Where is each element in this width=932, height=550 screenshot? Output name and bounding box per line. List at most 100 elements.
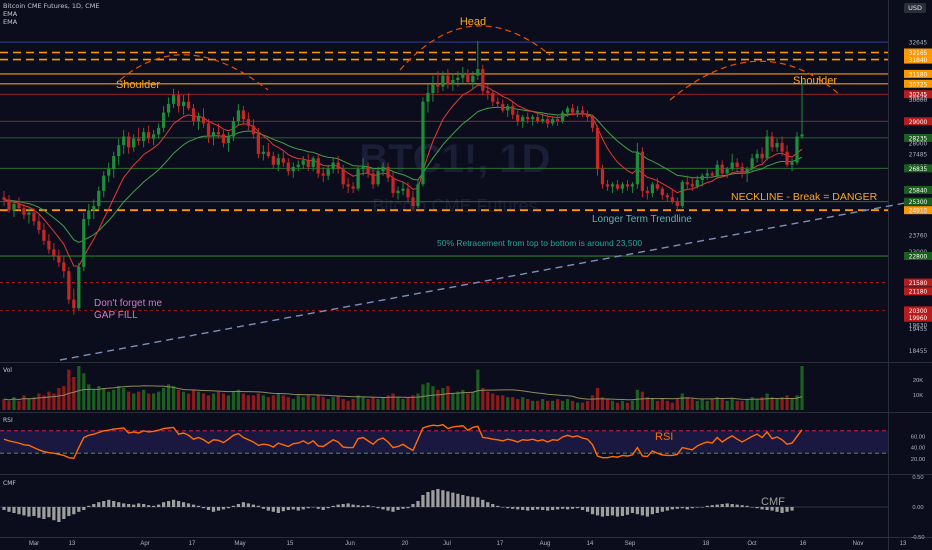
volume-bar — [291, 399, 295, 410]
cmf-bar — [411, 504, 415, 507]
candle-body — [700, 175, 704, 180]
volume-bar — [256, 393, 260, 410]
candle-body — [181, 101, 186, 107]
cmf-bar — [371, 506, 375, 507]
candle-body — [191, 108, 196, 122]
candle-body — [127, 136, 131, 148]
cmf-bar — [675, 507, 679, 509]
chart-title: Bitcoin CME Futures, 1D, CME — [3, 2, 100, 10]
volume-bar — [800, 366, 804, 410]
volume-bar — [491, 393, 495, 410]
currency-badge[interactable]: USD — [904, 3, 926, 13]
cmf-bar — [57, 507, 61, 522]
volume-bar — [132, 393, 136, 410]
cmf-bar — [725, 503, 729, 507]
cmf-bar — [32, 507, 36, 516]
x-axis-label: Jun — [345, 541, 355, 547]
volume-bar — [127, 391, 131, 410]
candle-body — [92, 206, 96, 211]
trendline-label: Longer Term Trendline — [592, 214, 692, 225]
candle-body — [800, 134, 804, 137]
volume-bar — [590, 395, 595, 410]
candle-body — [12, 203, 16, 211]
candle-body — [107, 169, 111, 176]
volume-bar — [700, 399, 704, 410]
candle-body — [2, 197, 6, 200]
candle-body — [371, 173, 375, 185]
volume-bar — [316, 395, 320, 410]
cmf-bar — [241, 502, 246, 507]
cmf-bar — [256, 505, 260, 507]
candle-body — [321, 173, 325, 176]
candle-body — [516, 114, 520, 122]
volume-bar — [406, 397, 410, 410]
candle-body — [650, 184, 654, 193]
candle-body — [760, 153, 764, 159]
candle-body — [680, 182, 684, 207]
volume-bar — [32, 397, 36, 410]
cmf-bar — [132, 504, 136, 507]
cmf-bar — [191, 504, 196, 507]
cmf-bar — [92, 504, 96, 507]
candle-body — [456, 77, 460, 80]
volume-bar — [630, 400, 635, 410]
candle-body — [790, 162, 794, 165]
volume-bar — [416, 393, 420, 410]
price-axis-label: 25840 — [909, 188, 928, 194]
cmf-bar — [331, 505, 335, 507]
candle-body — [301, 160, 305, 165]
candle-body — [72, 299, 76, 309]
cmf-bar — [486, 502, 490, 507]
cmf-bar — [391, 507, 395, 512]
volume-bar — [211, 393, 216, 410]
candle-body — [461, 73, 465, 78]
cmf-bar — [396, 507, 400, 510]
cmf-bar — [221, 507, 226, 510]
volume-bar — [236, 389, 241, 410]
volume-bar — [241, 393, 246, 410]
price-axis-label: 18455 — [909, 349, 928, 355]
cmf-bar — [750, 507, 754, 508]
candle-body — [655, 184, 659, 189]
candle-body — [745, 169, 749, 174]
candle-body — [246, 119, 251, 126]
candle-body — [356, 169, 360, 189]
volume-bar — [685, 397, 689, 410]
cmf-bar — [147, 505, 151, 507]
cmf-bar — [605, 507, 610, 516]
cmf-bar — [102, 501, 106, 507]
cmf-bar — [326, 507, 330, 509]
cmf-axis-label: 0.50 — [912, 475, 923, 481]
price-axis-label: 27485 — [909, 153, 928, 159]
cmf-bar — [7, 507, 11, 512]
indicator-ema-1[interactable]: EMA — [3, 11, 17, 18]
candle-body — [765, 136, 769, 159]
cmf-bar — [416, 501, 420, 507]
rsi-axis-label: 20.00 — [911, 457, 926, 463]
volume-bar — [496, 395, 500, 410]
candle-body — [201, 116, 206, 124]
price-axis-border — [888, 0, 889, 550]
volume-bar — [261, 395, 265, 410]
candle-body — [735, 162, 739, 167]
indicator-ema-2[interactable]: EMA — [3, 19, 17, 26]
cmf-bar — [112, 501, 116, 507]
candle-body — [541, 119, 545, 122]
volume-bar — [740, 400, 744, 410]
candle-body — [276, 158, 280, 165]
volume-bar — [511, 397, 515, 410]
volume-bar — [226, 395, 231, 410]
cmf-bar — [296, 507, 300, 511]
candle-body — [291, 166, 295, 172]
candle-body — [381, 166, 385, 172]
chart-stage: BTC1!, 1D Bitcoin CME Futures 32645 32165 31… — [0, 0, 932, 550]
candle-body — [750, 158, 754, 170]
volume-bar — [481, 388, 485, 410]
cmf-bar — [521, 507, 525, 510]
volume-bar — [341, 399, 345, 410]
panel-divider — [0, 474, 932, 475]
volume-bar — [286, 397, 290, 410]
volume-bar — [660, 399, 664, 410]
panel-divider — [0, 412, 932, 413]
candle-body — [112, 156, 116, 170]
